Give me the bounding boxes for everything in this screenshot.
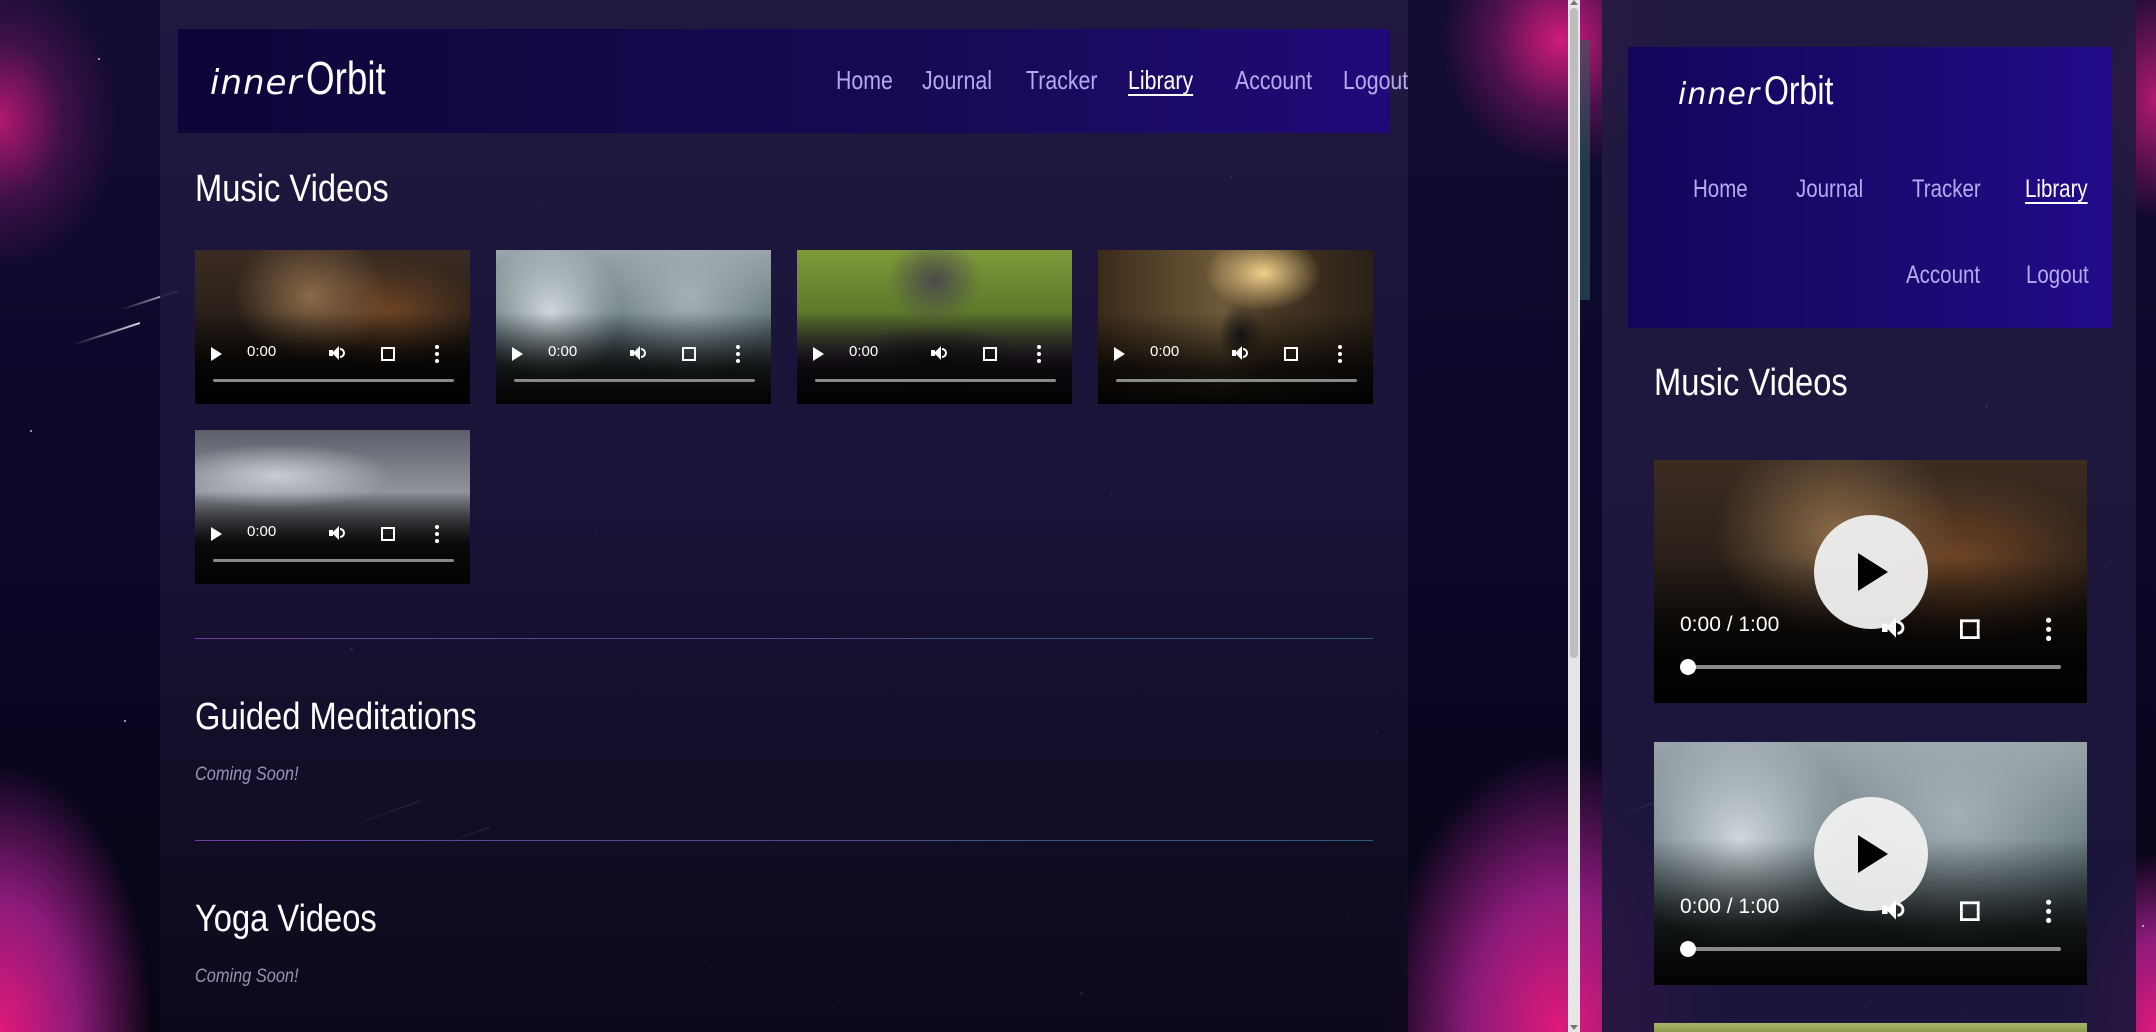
video-time: 0:00 [548, 343, 578, 360]
video-progress-bar[interactable] [1688, 665, 2061, 669]
video-time: 0:00 [247, 343, 277, 360]
volume-icon[interactable] [931, 345, 947, 361]
video-time: 0:00 [247, 523, 277, 540]
play-icon[interactable] [211, 527, 222, 541]
more-options-icon[interactable] [736, 345, 740, 363]
video-progress-bar[interactable] [213, 379, 454, 382]
section-title-music: Music Videos [195, 168, 389, 210]
section-title-music: Music Videos [1654, 362, 1848, 404]
section-title-meditations: Guided Meditations [195, 696, 477, 738]
nav-link-library[interactable]: Library [2025, 175, 2088, 204]
nav-link-library[interactable]: Library [1128, 65, 1193, 96]
volume-icon[interactable] [630, 345, 646, 361]
video-progress-bar[interactable] [1116, 379, 1357, 382]
scroll-down-arrow-icon[interactable] [1570, 1025, 1578, 1030]
fullscreen-icon[interactable] [983, 347, 997, 361]
scrollbar[interactable] [1568, 0, 1580, 1032]
video-player[interactable]: 0:00 [195, 430, 470, 584]
play-icon[interactable] [512, 347, 523, 361]
video-player[interactable]: 0:00 / 1:00 [1654, 460, 2087, 703]
more-options-icon[interactable] [1338, 345, 1342, 363]
video-progress-bar[interactable] [815, 379, 1056, 382]
video-time: 0:00 [849, 343, 879, 360]
fullscreen-icon[interactable] [1284, 347, 1298, 361]
desktop-page: inner Orbit Home Journal Tracker Library… [160, 0, 1408, 1032]
volume-icon[interactable] [1232, 345, 1248, 361]
video-thumbnail [1654, 1023, 2087, 1032]
nav-link-tracker[interactable]: Tracker [1026, 65, 1097, 96]
volume-icon[interactable] [329, 525, 345, 541]
video-player[interactable] [1654, 1023, 2087, 1032]
navbar: inner Orbit Home Journal Tracker Library… [178, 29, 1408, 133]
progress-knob[interactable] [1680, 659, 1696, 675]
fullscreen-icon[interactable] [1960, 901, 1980, 921]
video-time: 0:00 / 1:00 [1680, 613, 1780, 636]
volume-icon[interactable] [1882, 617, 1905, 639]
panel-edge [1580, 40, 1590, 300]
play-icon[interactable] [1114, 347, 1125, 361]
coming-soon-label: Coming Soon! [195, 764, 299, 785]
section-title-yoga: Yoga Videos [195, 898, 377, 940]
mobile-page: inner Orbit Home Journal Tracker Library… [1602, 0, 2136, 1032]
scrollbar-thumb[interactable] [1570, 8, 1578, 658]
coming-soon-label: Coming Soon! [195, 966, 299, 987]
video-player[interactable]: 0:00 [195, 250, 470, 404]
play-icon[interactable] [813, 347, 824, 361]
section-divider [195, 840, 1373, 841]
more-options-icon[interactable] [2046, 617, 2052, 641]
nav-link-home[interactable]: Home [1693, 175, 1748, 204]
video-time: 0:00 [1150, 343, 1180, 360]
progress-knob[interactable] [1680, 941, 1696, 957]
video-player[interactable]: 0:00 [1098, 250, 1373, 404]
mobile-navbar: inner Orbit Home Journal Tracker Library… [1628, 47, 2112, 328]
nav-link-account[interactable]: Account [1906, 261, 1980, 290]
more-options-icon[interactable] [2046, 899, 2052, 923]
brand-logo[interactable]: inner Orbit [210, 51, 406, 105]
nav-link-account[interactable]: Account [1235, 65, 1312, 96]
video-player[interactable]: 0:00 [496, 250, 771, 404]
volume-icon[interactable] [329, 345, 345, 361]
video-player[interactable]: 0:00 [797, 250, 1072, 404]
section-divider [195, 638, 1373, 639]
video-progress-bar[interactable] [514, 379, 755, 382]
play-icon[interactable] [1813, 514, 1928, 629]
nav-link-logout[interactable]: Logout [1343, 65, 1408, 96]
nav-link-tracker[interactable]: Tracker [1912, 175, 1981, 204]
more-options-icon[interactable] [1037, 345, 1041, 363]
video-time: 0:00 / 1:00 [1680, 895, 1780, 918]
play-icon[interactable] [1813, 796, 1928, 911]
more-options-icon[interactable] [435, 525, 439, 543]
nav-link-home[interactable]: Home [836, 65, 893, 96]
more-options-icon[interactable] [435, 345, 439, 363]
video-progress-bar[interactable] [213, 559, 454, 562]
nav-link-journal[interactable]: Journal [1796, 175, 1863, 204]
fullscreen-icon[interactable] [682, 347, 696, 361]
scroll-up-arrow-icon[interactable] [1570, 0, 1578, 5]
nav-link-logout[interactable]: Logout [2026, 261, 2089, 290]
volume-icon[interactable] [1882, 899, 1905, 921]
brand-logo[interactable]: inner Orbit [1678, 69, 1851, 114]
fullscreen-icon[interactable] [381, 347, 395, 361]
fullscreen-icon[interactable] [1960, 619, 1980, 639]
video-player[interactable]: 0:00 / 1:00 [1654, 742, 2087, 985]
video-progress-bar[interactable] [1688, 947, 2061, 951]
fullscreen-icon[interactable] [381, 527, 395, 541]
play-icon[interactable] [211, 347, 222, 361]
nav-link-journal[interactable]: Journal [922, 65, 992, 96]
